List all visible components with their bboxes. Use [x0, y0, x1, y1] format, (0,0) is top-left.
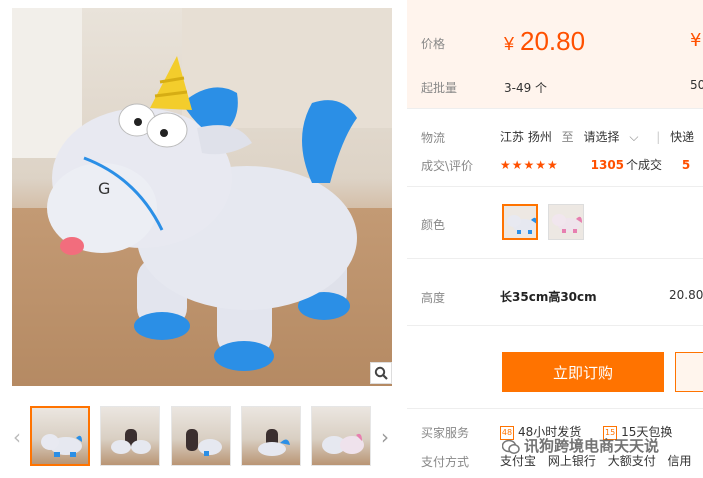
moq-label: 起批量: [421, 81, 458, 95]
thumb-unicorn-image: [41, 434, 82, 457]
price-amount: 20.80: [520, 26, 586, 56]
price-next-tier: ¥: [690, 30, 702, 51]
color-option[interactable]: [548, 204, 584, 240]
gallery-thumb[interactable]: [100, 406, 160, 466]
logistics-origin: 江苏 扬州: [500, 130, 552, 144]
moq-next-tier: 50: [690, 78, 703, 92]
payment-label: 支付方式: [421, 455, 470, 469]
logistics-row: 江苏 扬州 至 请选择 ⌵ | 快递 ¥: [500, 128, 703, 145]
payment-method: 网上银行: [547, 454, 596, 468]
rating-label: 成交\评价: [421, 159, 474, 173]
wechat-icon: [502, 439, 520, 454]
divider: [407, 325, 703, 326]
divider: [407, 408, 703, 409]
divider: [407, 258, 703, 259]
size-price: 20.80: [669, 288, 703, 302]
deal-count[interactable]: 1305: [591, 158, 624, 172]
deal-suffix: 个成交: [626, 158, 663, 172]
payment-method: 信用: [667, 454, 692, 468]
thumb-unicorn-image: [258, 429, 290, 456]
svg-text:G: G: [98, 179, 110, 198]
rating-row: ★★★★★ 1305 个成交 5: [500, 156, 690, 173]
gallery-thumbnails: [30, 406, 375, 468]
logistics-to: 至: [561, 130, 574, 144]
thumb-unicorn-image: [186, 429, 222, 456]
logistics-label: 物流: [421, 131, 446, 145]
review-count[interactable]: 5: [682, 158, 690, 172]
zoom-magnifier-button[interactable]: [370, 362, 392, 384]
payment-method: 大额支付: [607, 454, 656, 468]
destination-select[interactable]: 请选择: [584, 130, 620, 144]
divider: [407, 186, 703, 187]
gallery-thumb[interactable]: [171, 406, 231, 466]
price-currency: ¥: [504, 34, 515, 54]
chevron-right-icon: ›: [381, 425, 389, 449]
watermark-text: 讯狗跨境电商天天说: [524, 437, 660, 455]
size-value: 长35cm高30cm: [500, 290, 597, 304]
gallery-thumb[interactable]: [30, 406, 90, 466]
price-section: 价格 ¥20.80 ¥ 起批量 3-49 个 50: [407, 0, 703, 108]
add-to-cart-button[interactable]: [675, 352, 703, 392]
unicorn-plush-illustration: G: [47, 56, 357, 371]
price-value: ¥20.80: [504, 26, 585, 57]
chevron-left-icon: ‹: [13, 425, 21, 449]
order-now-button[interactable]: 立即订购: [502, 352, 664, 392]
color-option[interactable]: [502, 204, 538, 240]
moq-value: 3-49 个: [504, 81, 548, 95]
color-swatch-image: [552, 214, 582, 233]
gallery-thumb[interactable]: [311, 406, 371, 466]
price-label: 价格: [421, 37, 446, 51]
color-swatch-image: [507, 215, 536, 234]
separator: |: [656, 130, 661, 144]
divider: [407, 108, 703, 109]
thumb-unicorn-image: [322, 433, 364, 454]
watermark: 讯狗跨境电商天天说: [502, 435, 659, 456]
thumb-unicorn-image: [111, 429, 151, 454]
color-label: 颜色: [421, 218, 446, 232]
chevron-down-icon[interactable]: ⌵: [629, 130, 638, 144]
gallery-prev-arrow[interactable]: ‹: [10, 422, 24, 452]
rating-stars[interactable]: ★★★★★: [500, 158, 559, 172]
search-icon: [374, 366, 388, 380]
gallery-next-arrow[interactable]: ›: [378, 422, 392, 452]
size-label: 高度: [421, 291, 446, 305]
payment-method: 支付宝: [500, 454, 537, 468]
gallery-thumb[interactable]: [241, 406, 301, 466]
services-label: 买家服务: [421, 426, 470, 440]
product-main-image[interactable]: G: [12, 8, 392, 386]
logistics-method: 快递: [670, 130, 695, 144]
